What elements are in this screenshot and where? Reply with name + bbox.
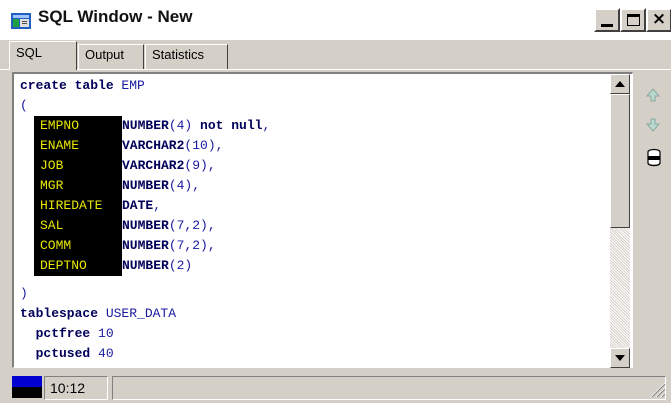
column-line: JOB VARCHAR2(9), — [34, 156, 216, 176]
tab-output[interactable]: Output — [78, 44, 144, 69]
scroll-thumb[interactable] — [610, 94, 630, 228]
column-name: ENAME — [34, 136, 122, 156]
minimize-icon — [601, 23, 613, 27]
indicator-black-segment — [12, 387, 42, 398]
sql-window-app-icon — [11, 13, 31, 29]
code-line: tablespace USER_DATA — [20, 304, 176, 324]
close-icon: × — [651, 9, 667, 29]
keyword-pctfree: pctfree — [20, 326, 91, 341]
tab-statistics-label: Statistics — [152, 47, 205, 62]
column-type: VARCHAR2 — [122, 158, 185, 173]
code-line: pctfree 10 — [20, 324, 114, 344]
pctfree-value: 10 — [90, 326, 114, 341]
maximize-button[interactable] — [620, 8, 646, 32]
vertical-scrollbar[interactable] — [610, 74, 630, 368]
column-line: SAL NUMBER(7,2), — [34, 216, 216, 236]
open-paren: ( — [20, 98, 28, 113]
keyword-tablespace: tablespace — [20, 306, 99, 321]
database-icon[interactable] — [646, 148, 662, 168]
cursor-position: 10:12 — [44, 376, 108, 400]
column-name: HIREDATE — [34, 196, 122, 216]
column-tail: , — [215, 138, 224, 153]
minimize-button[interactable] — [594, 8, 620, 32]
column-type: NUMBER — [122, 218, 169, 233]
column-constraint: not null — [192, 118, 263, 133]
arrow-up-icon[interactable] — [646, 88, 660, 102]
column-name: DEPTNO — [34, 256, 122, 276]
close-paren: ) — [20, 286, 28, 301]
code-line: create table EMP — [20, 76, 145, 96]
column-name: SAL — [34, 216, 122, 236]
table-name: EMP — [113, 78, 145, 93]
code-line: ) — [20, 284, 28, 304]
tab-baseline — [0, 69, 671, 70]
column-line: ENAME VARCHAR2(10), — [34, 136, 223, 156]
scroll-up-button[interactable] — [610, 74, 630, 94]
indicator-blue-segment — [12, 376, 42, 387]
code-line: pctused 40 — [20, 344, 114, 364]
column-name: EMPNO — [34, 116, 122, 136]
column-type: NUMBER — [122, 258, 169, 273]
code-area[interactable]: create table EMP ( EMPNO NUMBER(4) not nu… — [14, 74, 610, 368]
title-bar[interactable]: SQL Window - New × — [0, 0, 671, 40]
resize-grip-icon[interactable] — [648, 380, 666, 398]
column-line: COMM NUMBER(7,2), — [34, 236, 216, 256]
sql-window: SQL Window - New × SQL Output Statistics… — [0, 0, 671, 403]
column-name: MGR — [34, 176, 122, 196]
tab-statistics[interactable]: Statistics — [145, 44, 228, 69]
column-tail: , — [192, 178, 201, 193]
tab-sql[interactable]: SQL — [9, 41, 77, 70]
scroll-down-arrow-icon — [615, 355, 625, 361]
column-args: (9) — [184, 158, 208, 173]
column-line: HIREDATE DATE, — [34, 196, 161, 216]
column-tail: , — [262, 118, 271, 133]
column-type: VARCHAR2 — [122, 138, 185, 153]
column-args: (4) — [168, 178, 193, 193]
column-args: (7,2) — [168, 218, 208, 233]
window-title: SQL Window - New — [38, 7, 193, 26]
keyword-pctused: pctused — [20, 346, 91, 361]
column-args: (7,2) — [168, 238, 208, 253]
tablespace-name: USER_DATA — [98, 306, 177, 321]
tab-strip: SQL Output Statistics — [0, 40, 671, 70]
sql-editor[interactable]: create table EMP ( EMPNO NUMBER(4) not nu… — [12, 72, 633, 368]
column-tail: , — [207, 238, 216, 253]
maximize-icon — [626, 14, 640, 26]
column-args: (10) — [184, 138, 216, 153]
status-bar: 10:12 — [0, 372, 671, 403]
code-line: ( — [20, 96, 28, 116]
column-type: DATE — [122, 198, 154, 213]
column-type: NUMBER — [122, 238, 169, 253]
column-tail: , — [207, 158, 216, 173]
close-button[interactable]: × — [646, 8, 671, 32]
status-message-panel — [112, 376, 666, 400]
column-line: DEPTNO NUMBER(2) — [34, 256, 192, 276]
column-line: MGR NUMBER(4), — [34, 176, 200, 196]
column-line: EMPNO NUMBER(4) not null, — [34, 116, 270, 136]
column-tail: , — [153, 198, 162, 213]
column-args: (4) — [168, 118, 193, 133]
scroll-up-arrow-icon — [615, 81, 625, 87]
column-type: NUMBER — [122, 178, 169, 193]
tab-output-label: Output — [85, 47, 125, 62]
column-args: (2) — [168, 258, 193, 273]
column-type: NUMBER — [122, 118, 169, 133]
arrow-down-icon[interactable] — [646, 118, 660, 132]
keyword-create-table: create table — [20, 78, 114, 93]
column-name: JOB — [34, 156, 122, 176]
scroll-down-button[interactable] — [610, 348, 630, 368]
execution-indicator-icon — [12, 376, 42, 398]
column-tail: , — [207, 218, 216, 233]
column-name: COMM — [34, 236, 122, 256]
pctused-value: 40 — [90, 346, 114, 361]
tab-sql-label: SQL — [16, 45, 43, 60]
